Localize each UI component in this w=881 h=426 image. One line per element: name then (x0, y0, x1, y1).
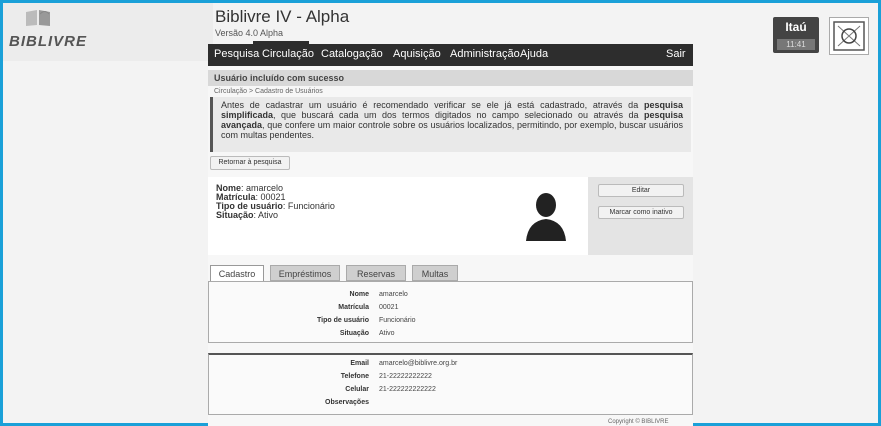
contact-email-label: Email (350, 360, 369, 367)
contact-cell: 21-222222222222 (379, 386, 436, 393)
main-menu: Pesquisa Circulação Catalogação Aquisiçã… (208, 41, 693, 66)
back-to-search-button[interactable]: Retornar à pesquisa (210, 156, 290, 170)
user-type: Funcionário (287, 201, 335, 211)
info-text-1: Antes de cadastrar um usuário é recomend… (221, 100, 644, 110)
detail-type: Funcionário (379, 317, 416, 324)
detail-name-label: Nome (349, 291, 369, 298)
copyright: Copyright © BIBLIVRE (608, 419, 669, 425)
seal-icon (833, 21, 865, 51)
institution-seal (829, 17, 869, 55)
menu-catalogacao[interactable]: Catalogação (321, 48, 383, 60)
app-title: Biblivre IV - Alpha (215, 7, 350, 26)
clock: 11:41 (777, 39, 815, 50)
tab-cadastro[interactable]: Cadastro (210, 265, 264, 281)
detail-name: amarcelo (379, 291, 408, 298)
info-box: Antes de cadastrar um usuário é recomend… (210, 97, 691, 152)
edit-button[interactable]: Editar (598, 184, 684, 197)
contact-phone-label: Telefone (340, 373, 369, 380)
main-content: Usuário incluído com sucesso Circulação … (208, 66, 693, 426)
menu-ajuda[interactable]: Ajuda (520, 48, 548, 60)
menu-circulacao[interactable]: Circulação (262, 48, 314, 60)
detail-registration: 00021 (379, 304, 399, 311)
info-text-3: , que confere um maior controle sobre os… (221, 120, 683, 140)
user-status-label: Situação (216, 210, 254, 220)
logout-link[interactable]: Sair (666, 48, 686, 60)
menu-aquisicao[interactable]: Aquisição (393, 48, 441, 60)
institution-name: Itaú (785, 20, 807, 34)
menu-administracao[interactable]: Administração (450, 48, 520, 60)
app-header: Biblivre IV - Alpha Versão 4.0 Alpha (208, 3, 693, 43)
active-menu-indicator (253, 41, 309, 44)
detail-registration-label: Matrícula (338, 304, 369, 311)
detail-status: Ativo (379, 330, 395, 337)
user-status: Ativo (258, 210, 279, 220)
book-icon (26, 10, 50, 26)
mark-inactive-button[interactable]: Marcar como inativo (598, 206, 684, 219)
contact-notes-label: Observações (325, 399, 369, 406)
contact-email: amarcelo@biblivre.org.br (379, 360, 458, 367)
info-text-2: , que buscará cada um dos termos digitad… (273, 110, 644, 120)
user-status-line: Situação: Ativo (216, 210, 279, 220)
detail-type-label: Tipo de usuário (317, 317, 369, 324)
logo: BIBLIVRE (3, 3, 213, 61)
detail-status-label: Situação (339, 330, 369, 337)
success-notice: Usuário incluído com sucesso (208, 70, 693, 86)
tab-multas[interactable]: Multas (412, 265, 458, 281)
contact-phone: 21-22222222222 (379, 373, 432, 380)
tab-emprestimos[interactable]: Empréstimos (270, 265, 340, 281)
institution-box: Itaú 11:41 (773, 17, 819, 53)
contact-cell-label: Celular (345, 386, 369, 393)
tab-bar: Cadastro Empréstimos Reservas Multas (208, 265, 693, 281)
app-version: Versão 4.0 Alpha (215, 28, 284, 38)
user-avatar-icon (526, 193, 566, 241)
contact-details-panel: Email amarcelo@biblivre.org.br Telefone … (208, 353, 693, 415)
tab-reservas[interactable]: Reservas (346, 265, 406, 281)
logo-text: BIBLIVRE (9, 33, 88, 50)
breadcrumb: Circulação > Cadastro de Usuários (214, 88, 323, 95)
user-card: Nome: amarcelo Matrícula: 00021 Tipo de … (208, 177, 693, 255)
user-actions-panel: Editar Marcar como inativo (588, 177, 693, 255)
registration-details-panel: Nome amarcelo Matrícula 00021 Tipo de us… (208, 281, 693, 343)
menu-pesquisa[interactable]: Pesquisa (214, 48, 259, 60)
